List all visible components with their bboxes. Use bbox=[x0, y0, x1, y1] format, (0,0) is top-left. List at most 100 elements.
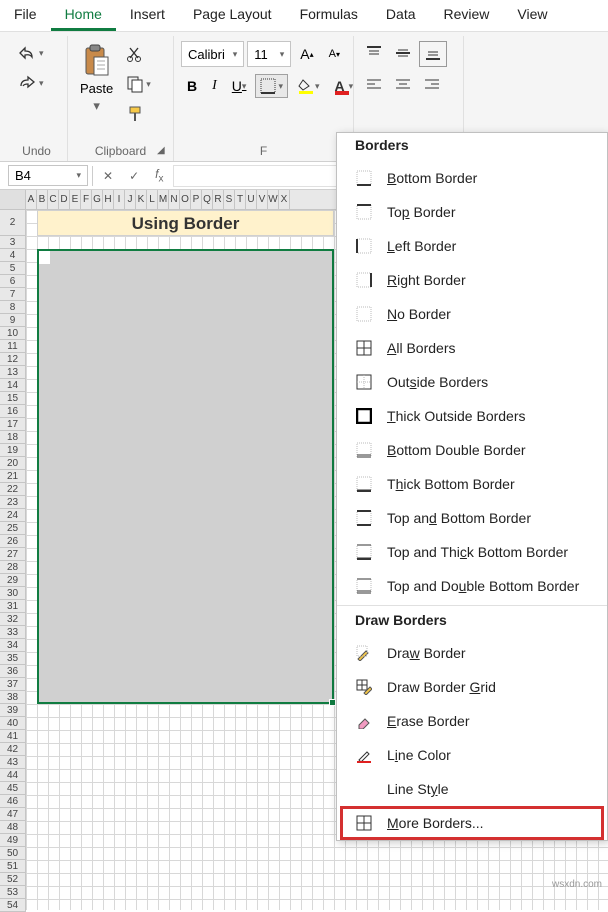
row-header[interactable]: 34 bbox=[0, 639, 26, 652]
row-header[interactable]: 8 bbox=[0, 301, 26, 314]
column-header[interactable]: W bbox=[268, 190, 279, 209]
row-header[interactable]: 28 bbox=[0, 561, 26, 574]
column-header[interactable]: C bbox=[48, 190, 59, 209]
row-header[interactable]: 54 bbox=[0, 899, 26, 912]
column-header[interactable]: S bbox=[224, 190, 235, 209]
row-header[interactable]: 5 bbox=[0, 262, 26, 275]
row-header[interactable]: 52 bbox=[0, 873, 26, 886]
column-header[interactable]: K bbox=[136, 190, 147, 209]
menu-view[interactable]: View bbox=[503, 0, 561, 31]
row-header[interactable]: 35 bbox=[0, 652, 26, 665]
row-header[interactable]: 7 bbox=[0, 288, 26, 301]
align-middle-button[interactable] bbox=[390, 41, 416, 67]
column-header[interactable]: F bbox=[81, 190, 92, 209]
menu-review[interactable]: Review bbox=[430, 0, 504, 31]
column-header[interactable]: D bbox=[59, 190, 70, 209]
column-header[interactable]: I bbox=[114, 190, 125, 209]
dropdown-item-draw-border[interactable]: Draw Border bbox=[337, 636, 607, 670]
row-header[interactable]: 32 bbox=[0, 613, 26, 626]
row-header[interactable]: 10 bbox=[0, 327, 26, 340]
dropdown-item-line-color[interactable]: Line Color bbox=[337, 738, 607, 772]
dropdown-item-more-borders[interactable]: More Borders... bbox=[340, 806, 604, 840]
dropdown-item-border-none[interactable]: No Border bbox=[337, 297, 607, 331]
dropdown-item-border-top[interactable]: Top Border bbox=[337, 195, 607, 229]
row-header[interactable]: 6 bbox=[0, 275, 26, 288]
fx-button[interactable]: fx bbox=[149, 165, 169, 186]
row-header[interactable]: 42 bbox=[0, 743, 26, 756]
align-right-button[interactable] bbox=[419, 73, 445, 97]
align-center-button[interactable] bbox=[390, 73, 416, 97]
row-header[interactable]: 2 bbox=[0, 210, 26, 236]
row-header[interactable]: 9 bbox=[0, 314, 26, 327]
menu-home[interactable]: Home bbox=[51, 0, 116, 31]
paste-button[interactable]: Paste ▾ bbox=[74, 40, 119, 136]
row-header[interactable]: 37 bbox=[0, 678, 26, 691]
row-header[interactable]: 11 bbox=[0, 340, 26, 353]
align-bottom-button[interactable] bbox=[419, 41, 447, 67]
increase-font-button[interactable]: A▴ bbox=[294, 42, 319, 66]
row-header[interactable]: 40 bbox=[0, 717, 26, 730]
dropdown-item-border-bottom[interactable]: Bottom Border bbox=[337, 161, 607, 195]
row-header[interactable]: 50 bbox=[0, 847, 26, 860]
font-size-dropdown[interactable]: 11 ▾ bbox=[247, 41, 291, 67]
row-header[interactable]: 30 bbox=[0, 587, 26, 600]
column-header[interactable]: R bbox=[213, 190, 224, 209]
column-header[interactable]: X bbox=[279, 190, 290, 209]
row-header[interactable]: 15 bbox=[0, 392, 26, 405]
font-name-dropdown[interactable]: Calibri ▾ bbox=[181, 41, 244, 67]
fill-color-button[interactable]: ▾ bbox=[291, 74, 326, 98]
menu-insert[interactable]: Insert bbox=[116, 0, 179, 31]
row-header[interactable]: 19 bbox=[0, 444, 26, 457]
column-header[interactable]: T bbox=[235, 190, 246, 209]
align-top-button[interactable] bbox=[361, 41, 387, 67]
italic-button[interactable]: I bbox=[206, 74, 223, 98]
row-header[interactable]: 51 bbox=[0, 860, 26, 873]
column-header[interactable]: V bbox=[257, 190, 268, 209]
row-header[interactable]: 27 bbox=[0, 548, 26, 561]
row-header[interactable]: 13 bbox=[0, 366, 26, 379]
column-header[interactable]: H bbox=[103, 190, 114, 209]
dropdown-item-border-outside[interactable]: Outside Borders bbox=[337, 365, 607, 399]
column-header[interactable]: P bbox=[191, 190, 202, 209]
dropdown-item-erase-border[interactable]: Erase Border bbox=[337, 704, 607, 738]
column-header[interactable]: J bbox=[125, 190, 136, 209]
row-header[interactable]: 43 bbox=[0, 756, 26, 769]
confirm-formula-button[interactable]: ✓ bbox=[123, 167, 145, 185]
row-header[interactable]: 16 bbox=[0, 405, 26, 418]
menu-file[interactable]: File bbox=[0, 0, 51, 31]
bold-button[interactable]: B bbox=[181, 74, 203, 98]
select-all-button[interactable] bbox=[0, 190, 26, 209]
dropdown-item-border-thick-outside[interactable]: Thick Outside Borders bbox=[337, 399, 607, 433]
row-header[interactable]: 21 bbox=[0, 470, 26, 483]
column-header[interactable]: Q bbox=[202, 190, 213, 209]
dropdown-item-border-bottom-thick[interactable]: Thick Bottom Border bbox=[337, 467, 607, 501]
row-header[interactable]: 49 bbox=[0, 834, 26, 847]
dropdown-item-border-right[interactable]: Right Border bbox=[337, 263, 607, 297]
row-header[interactable]: 48 bbox=[0, 821, 26, 834]
column-header[interactable]: O bbox=[180, 190, 191, 209]
row-header[interactable]: 17 bbox=[0, 418, 26, 431]
menu-data[interactable]: Data bbox=[372, 0, 430, 31]
decrease-font-button[interactable]: A▾ bbox=[323, 44, 346, 64]
dropdown-item-line-style[interactable]: Line Style bbox=[337, 772, 607, 806]
dropdown-item-border-left[interactable]: Left Border bbox=[337, 229, 607, 263]
row-header[interactable]: 12 bbox=[0, 353, 26, 366]
row-header[interactable]: 39 bbox=[0, 704, 26, 717]
selection-handle[interactable] bbox=[329, 699, 336, 706]
row-header[interactable]: 26 bbox=[0, 535, 26, 548]
column-header[interactable]: A bbox=[26, 190, 37, 209]
row-header[interactable]: 53 bbox=[0, 886, 26, 899]
title-cell[interactable]: Using Border bbox=[37, 210, 334, 236]
dropdown-item-border-all[interactable]: All Borders bbox=[337, 331, 607, 365]
clipboard-dialog-launcher[interactable]: ◢ bbox=[157, 145, 169, 157]
column-header[interactable]: L bbox=[147, 190, 158, 209]
align-left-button[interactable] bbox=[361, 73, 387, 97]
undo-button[interactable]: ▾ bbox=[14, 42, 59, 64]
dropdown-item-border-top-double-bottom[interactable]: Top and Double Bottom Border bbox=[337, 569, 607, 603]
cut-button[interactable] bbox=[123, 42, 154, 66]
row-header[interactable]: 44 bbox=[0, 769, 26, 782]
row-header[interactable]: 36 bbox=[0, 665, 26, 678]
row-header[interactable]: 46 bbox=[0, 795, 26, 808]
cancel-formula-button[interactable]: ✕ bbox=[97, 167, 119, 185]
column-header[interactable]: G bbox=[92, 190, 103, 209]
